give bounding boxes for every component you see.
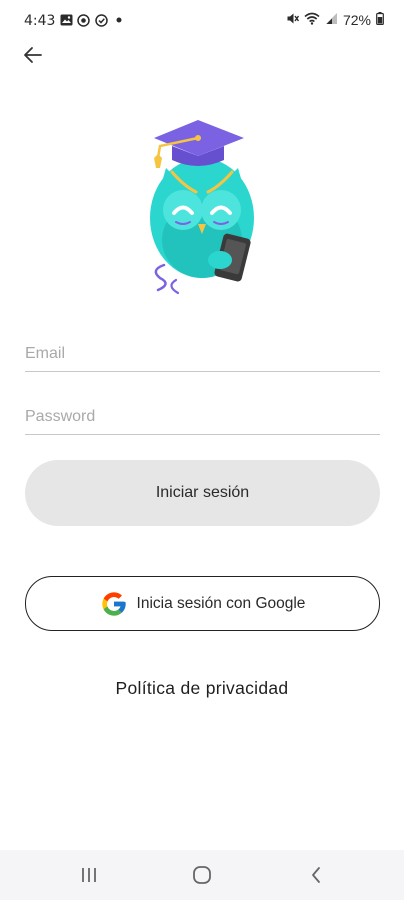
mute-icon — [286, 12, 300, 28]
home-icon — [193, 866, 211, 884]
login-button-label: Iniciar sesión — [155, 484, 250, 501]
system-nav-bar — [0, 850, 404, 900]
wifi-icon — [304, 12, 320, 28]
home-button[interactable] — [182, 860, 222, 890]
recent-apps-button[interactable] — [69, 860, 109, 890]
email-field[interactable] — [25, 331, 380, 372]
notification-circle-icon — [77, 13, 90, 27]
nav-back-button[interactable] — [296, 860, 336, 890]
privacy-policy-link[interactable]: Política de privacidad — [0, 678, 404, 699]
arrow-left-icon — [24, 47, 42, 63]
back-button[interactable] — [18, 42, 48, 68]
signal-icon — [325, 12, 338, 28]
system-status: 72% — [286, 12, 384, 28]
google-icon — [100, 590, 128, 618]
login-button[interactable]: Iniciar sesión — [25, 460, 380, 526]
battery-percent: 72% — [342, 12, 371, 28]
google-login-button[interactable]: Inicia sesión con Google — [25, 576, 380, 631]
notification-circle-icon — [95, 13, 108, 27]
status-bar: 4:43 72% — [0, 0, 404, 44]
owl-illustration — [136, 110, 266, 300]
google-login-label: Inicia sesión con Google — [136, 594, 306, 612]
dot-icon — [116, 13, 122, 27]
password-input[interactable] — [25, 408, 380, 426]
status-time: 4:43 — [24, 13, 56, 29]
battery-icon — [376, 12, 384, 28]
password-field[interactable] — [25, 394, 380, 435]
back-icon — [312, 867, 320, 883]
email-input[interactable] — [25, 345, 380, 363]
login-screen: 4:43 72% Email Iniciar sesión Inicia ses… — [0, 0, 404, 900]
recent-apps-icon — [82, 868, 96, 882]
gallery-icon — [60, 13, 73, 27]
